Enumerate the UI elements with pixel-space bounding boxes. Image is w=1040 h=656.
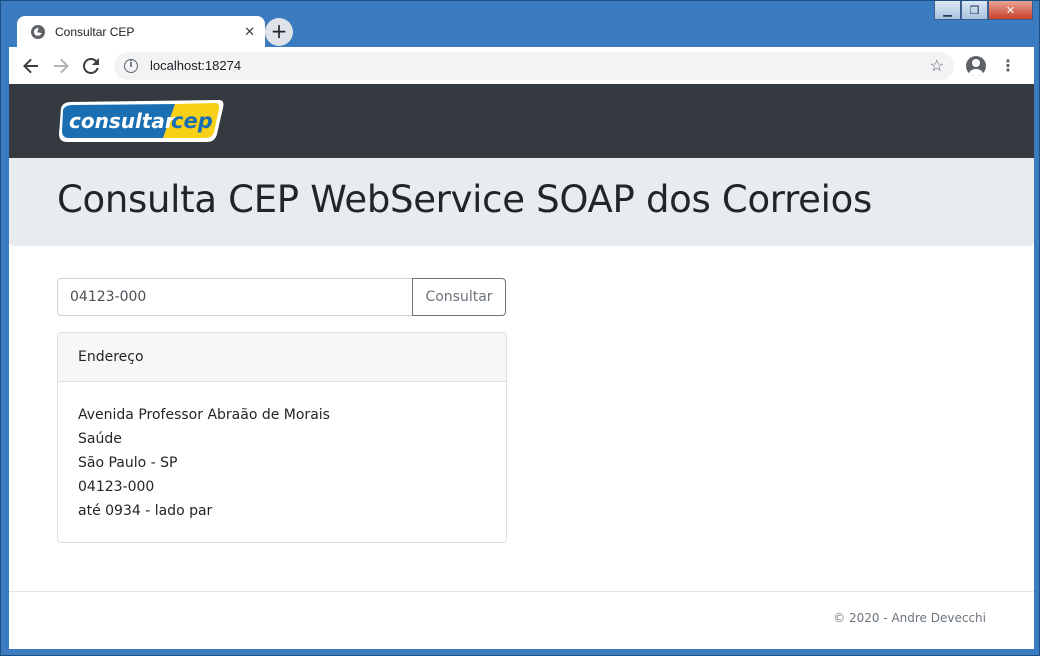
address-card: Endereço Avenida Professor Abraão de Mor… <box>57 332 507 543</box>
logo-text-consultar: consultar <box>69 109 176 133</box>
address-card-body: Avenida Professor Abraão de Morais Saúde… <box>58 382 506 542</box>
consultar-cep-logo[interactable]: consultar cep <box>57 98 225 144</box>
info-icon[interactable]: i <box>124 58 138 73</box>
address-card-header: Endereço <box>58 333 506 382</box>
cep-search-form: Consultar <box>57 278 506 316</box>
address-bar[interactable]: i localhost:18274 ☆ <box>114 51 954 80</box>
address-neighborhood: Saúde <box>78 431 122 447</box>
star-icon[interactable]: ☆ <box>930 56 944 76</box>
back-arrow-icon[interactable] <box>16 51 46 81</box>
consultar-button[interactable]: Consultar <box>412 278 506 316</box>
globe-icon <box>31 24 45 39</box>
address-street: Avenida Professor Abraão de Morais <box>78 407 330 423</box>
cep-input[interactable] <box>57 278 413 316</box>
address-cep: 04123-000 <box>78 479 155 495</box>
tab-title: Consultar CEP <box>55 24 135 39</box>
tab-strip: Consultar CEP ✕ + <box>9 11 1034 47</box>
profile-icon[interactable] <box>966 55 986 76</box>
url-text[interactable]: localhost:18274 <box>150 58 930 73</box>
page-viewport: consultar cep Consulta CEP WebService SO… <box>9 84 1034 649</box>
navbar: consultar cep <box>9 84 1034 158</box>
kebab-menu-icon[interactable]: ⋮ <box>1000 57 1016 74</box>
page-header: Consulta CEP WebService SOAP dos Correio… <box>9 158 1034 246</box>
browser-toolbar: i localhost:18274 ☆ ⋮ <box>9 47 1034 84</box>
browser-window: ▁ ❐ ✕ Consultar CEP ✕ + i localhost:1827… <box>0 0 1040 656</box>
page-title: Consulta CEP WebService SOAP dos Correio… <box>57 178 872 221</box>
forward-arrow-icon[interactable] <box>46 51 76 81</box>
address-city-state: São Paulo - SP <box>78 455 178 471</box>
tab-consultar-cep[interactable]: Consultar CEP ✕ <box>17 16 265 47</box>
logo-text-cep: cep <box>171 109 213 133</box>
tab-close-icon[interactable]: ✕ <box>244 24 255 40</box>
footer-divider <box>9 591 1034 592</box>
reload-icon[interactable] <box>76 51 106 81</box>
new-tab-button[interactable]: + <box>265 18 293 46</box>
footer-copyright: © 2020 - Andre Devecchi <box>833 611 986 625</box>
address-complement: até 0934 - lado par <box>78 503 213 519</box>
